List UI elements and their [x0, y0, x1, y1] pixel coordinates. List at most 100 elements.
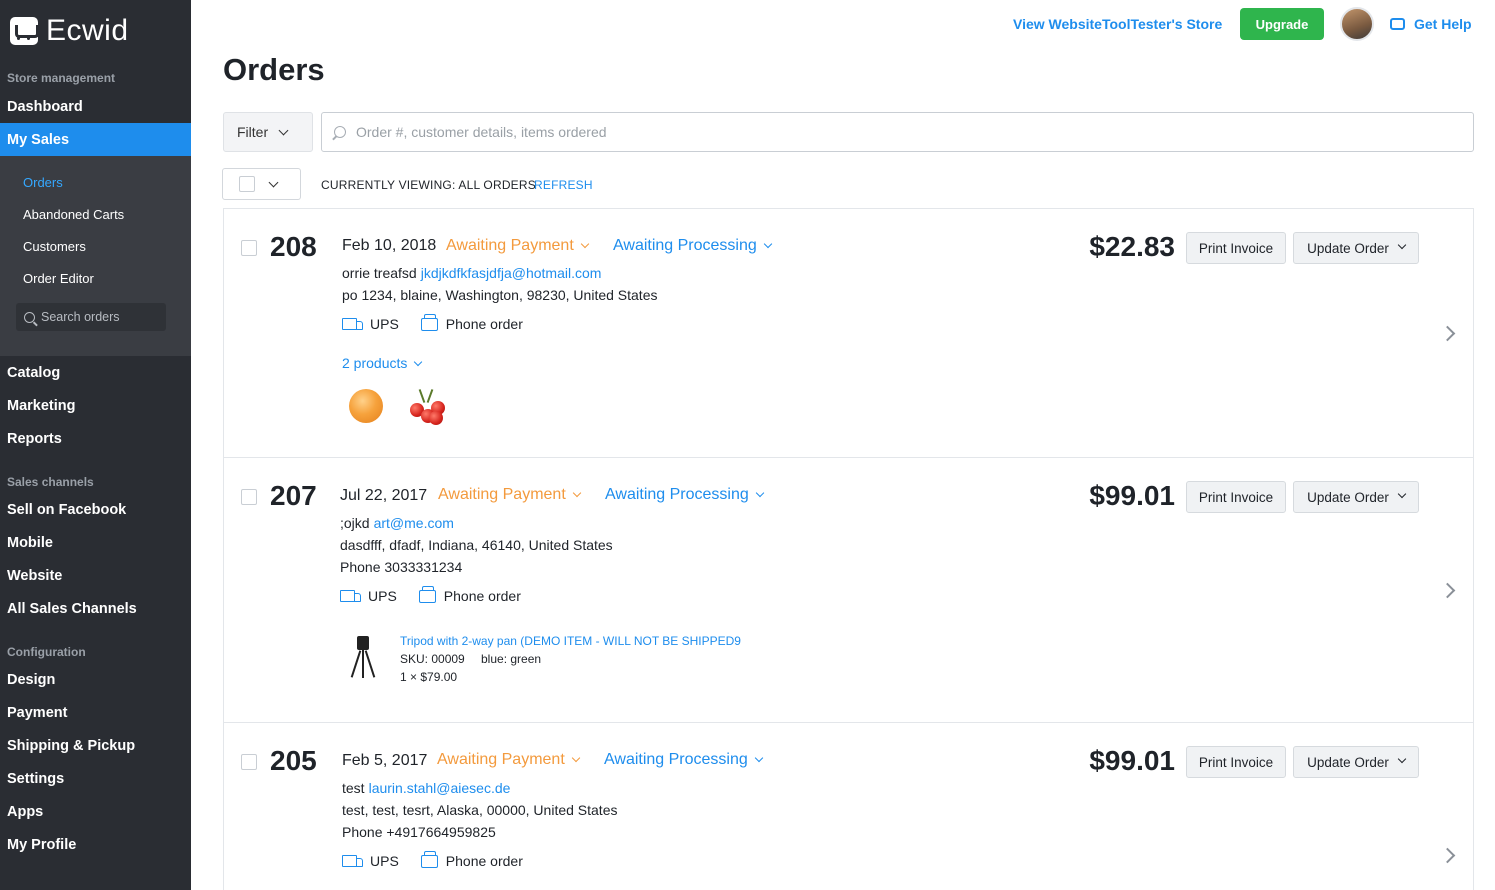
products-toggle[interactable]: 2 products	[342, 355, 423, 371]
print-invoice-button[interactable]: Print Invoice	[1186, 746, 1286, 778]
sidebar-item-design[interactable]: Design	[7, 672, 55, 688]
get-help-link[interactable]: Get Help	[1390, 16, 1472, 32]
submenu-item-abandoned-carts[interactable]: Abandoned Carts	[23, 207, 124, 222]
sidebar-item-shipping[interactable]: Shipping & Pickup	[7, 738, 135, 754]
filter-label: Filter	[237, 124, 269, 140]
select-all-dropdown[interactable]	[222, 168, 301, 200]
customer-line: test laurin.stahl@aiesec.de	[342, 780, 510, 796]
sidebar-item-reports[interactable]: Reports	[7, 431, 62, 447]
cherry-stem	[418, 389, 426, 403]
processing-status-label: Awaiting Processing	[604, 751, 748, 768]
order-checkbox[interactable]	[241, 240, 257, 256]
sidebar-search-placeholder: Search orders	[41, 310, 120, 324]
order-card-208[interactable]: 208 Feb 10, 2018 Awaiting Payment Awaiti…	[223, 208, 1474, 458]
sidebar-search-orders[interactable]: Search orders	[16, 303, 166, 331]
filter-button[interactable]: Filter	[223, 112, 313, 152]
chevron-down-icon	[763, 239, 773, 249]
payment-status-label: Awaiting Payment	[446, 237, 574, 254]
customer-name: orrie treafsd	[342, 265, 417, 281]
sidebar-item-catalog[interactable]: Catalog	[7, 365, 60, 381]
order-checkbox[interactable]	[241, 754, 257, 770]
sidebar-item-website[interactable]: Website	[7, 568, 62, 584]
print-invoice-button[interactable]: Print Invoice	[1186, 481, 1286, 513]
chevron-down-icon	[1397, 489, 1407, 499]
payment-status-dropdown[interactable]: Awaiting Payment	[446, 237, 590, 255]
print-invoice-button[interactable]: Print Invoice	[1186, 232, 1286, 264]
update-order-button[interactable]: Update Order	[1293, 232, 1419, 264]
processing-status-dropdown[interactable]: Awaiting Processing	[613, 237, 773, 255]
order-number[interactable]: 207	[270, 480, 317, 512]
order-total: $22.83	[1089, 231, 1175, 262]
avatar[interactable]	[1340, 7, 1374, 41]
order-checkbox[interactable]	[241, 489, 257, 505]
search-icon	[334, 126, 346, 138]
update-order-label: Update Order	[1307, 754, 1389, 770]
payment-status-dropdown[interactable]: Awaiting Payment	[437, 751, 581, 769]
order-type: Phone order	[443, 588, 521, 604]
item-sku: SKU: 00009	[400, 652, 465, 666]
upgrade-button[interactable]: Upgrade	[1240, 8, 1324, 40]
chevron-down-icon	[278, 125, 289, 135]
chevron-right-icon[interactable]	[1439, 325, 1456, 342]
peach-product-image[interactable]	[349, 389, 383, 423]
logo[interactable]: Ecwid	[10, 14, 129, 48]
item-option: blue: green	[481, 652, 542, 666]
customer-phone: Phone +4917664959825	[342, 824, 496, 840]
sidebar: Ecwid Store management Dashboard My Sale…	[0, 0, 191, 890]
order-search-input[interactable]	[356, 124, 1356, 140]
order-type: Phone order	[445, 316, 523, 332]
section-sales-channels: Sales channels	[7, 475, 94, 489]
sidebar-item-dashboard[interactable]: Dashboard	[7, 99, 83, 115]
customer-phone: Phone 3033331234	[340, 559, 463, 575]
order-search[interactable]	[321, 112, 1474, 152]
sidebar-item-marketing[interactable]: Marketing	[7, 398, 76, 414]
sidebar-item-my-profile[interactable]: My Profile	[7, 837, 76, 853]
sidebar-item-settings[interactable]: Settings	[7, 771, 64, 787]
processing-status-label: Awaiting Processing	[613, 237, 757, 254]
submenu-item-orders[interactable]: Orders	[23, 175, 63, 190]
order-card-207[interactable]: 207 Jul 22, 2017 Awaiting Payment Awaiti…	[223, 457, 1474, 723]
submenu-item-customers[interactable]: Customers	[23, 239, 86, 254]
update-order-button[interactable]: Update Order	[1293, 481, 1419, 513]
chevron-down-icon[interactable]	[268, 177, 279, 187]
cherries-product-image[interactable]	[407, 387, 447, 427]
submenu-item-order-editor[interactable]: Order Editor	[23, 271, 94, 286]
search-icon	[24, 311, 35, 323]
sidebar-item-payment[interactable]: Payment	[7, 705, 67, 721]
chevron-down-icon	[580, 239, 590, 249]
processing-status-dropdown[interactable]: Awaiting Processing	[604, 751, 764, 769]
wallet-icon	[420, 313, 438, 331]
order-number[interactable]: 208	[270, 231, 317, 263]
customer-email-link[interactable]: jkdjkdfkfasjdfja@hotmail.com	[421, 265, 602, 281]
sidebar-item-all-sales-channels[interactable]: All Sales Channels	[7, 601, 137, 617]
order-card-205[interactable]: 205 Feb 5, 2017 Awaiting Payment Awaitin…	[223, 722, 1474, 890]
sidebar-item-label: My Sales	[7, 132, 70, 148]
processing-status-dropdown[interactable]: Awaiting Processing	[605, 486, 765, 504]
update-order-button[interactable]: Update Order	[1293, 746, 1419, 778]
sidebar-item-apps[interactable]: Apps	[7, 804, 43, 820]
view-store-link[interactable]: View WebsiteToolTester's Store	[1013, 16, 1222, 32]
chevron-down-icon	[414, 357, 423, 367]
item-name-link[interactable]: Tripod with 2-way pan (DEMO ITEM - WILL …	[400, 634, 741, 648]
cherry-stem	[426, 389, 434, 403]
order-number[interactable]: 205	[270, 745, 317, 777]
sidebar-item-my-sales[interactable]: My Sales	[0, 123, 191, 156]
order-type: Phone order	[445, 853, 523, 869]
update-order-label: Update Order	[1307, 489, 1389, 505]
select-all-checkbox[interactable]	[239, 176, 255, 192]
tripod-head	[357, 636, 369, 650]
order-date: Jul 22, 2017	[340, 487, 428, 504]
page-title: Orders	[223, 52, 325, 87]
chevron-right-icon[interactable]	[1439, 847, 1456, 864]
wallet-icon	[420, 850, 438, 868]
sidebar-item-facebook[interactable]: Sell on Facebook	[7, 502, 126, 518]
cart-logo-icon	[10, 17, 39, 45]
customer-name: test	[342, 780, 365, 796]
chevron-right-icon[interactable]	[1439, 582, 1456, 599]
customer-email-link[interactable]: laurin.stahl@aiesec.de	[369, 780, 511, 796]
sidebar-item-mobile[interactable]: Mobile	[7, 535, 53, 551]
customer-email-link[interactable]: art@me.com	[374, 515, 454, 531]
tripod-product-image[interactable]	[347, 634, 377, 680]
refresh-link[interactable]: REFRESH	[534, 178, 593, 192]
payment-status-dropdown[interactable]: Awaiting Payment	[438, 486, 582, 504]
